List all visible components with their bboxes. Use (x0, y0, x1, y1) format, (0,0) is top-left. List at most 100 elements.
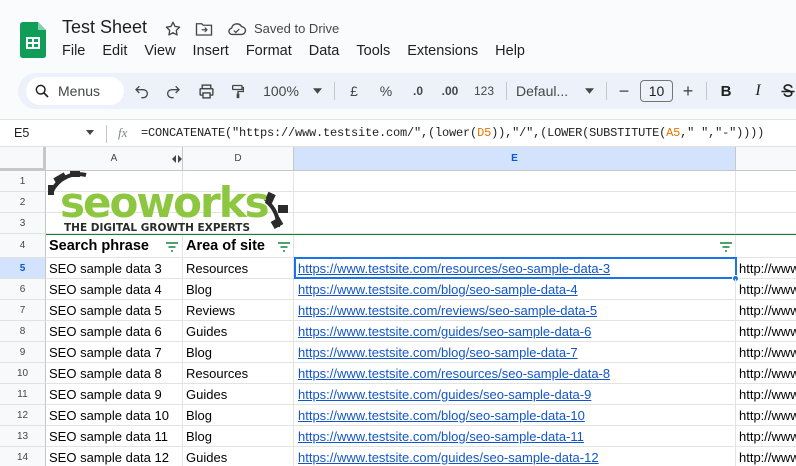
row-header[interactable]: 12 (0, 405, 46, 426)
row-header[interactable]: 7 (0, 300, 46, 321)
url-link-cell[interactable]: https://www.testsite.com/blog/seo-sample… (294, 342, 736, 363)
url-link-cell[interactable]: https://www.testsite.com/resources/seo-s… (294, 363, 736, 384)
row-header[interactable]: 6 (0, 279, 46, 300)
grid-cell[interactable] (294, 192, 736, 213)
search-phrase-cell[interactable]: SEO sample data 9 (46, 384, 183, 405)
menu-view[interactable]: View (144, 43, 175, 59)
italic-button[interactable]: I (748, 73, 768, 109)
search-phrase-cell[interactable]: SEO sample data 5 (46, 300, 183, 321)
row-header[interactable]: 1 (0, 171, 46, 192)
menu-tools[interactable]: Tools (356, 43, 390, 59)
row-header[interactable]: 4 (0, 234, 46, 258)
grid-cell[interactable] (736, 192, 796, 213)
document-title[interactable]: Test Sheet (62, 17, 147, 38)
row-header[interactable]: 9 (0, 342, 46, 363)
overflow-url-cell[interactable]: http://www (736, 279, 796, 300)
menu-insert[interactable]: Insert (193, 43, 229, 59)
search-phrase-cell[interactable]: SEO sample data 11 (46, 426, 183, 447)
search-phrase-cell[interactable]: SEO sample data 3 (46, 258, 183, 279)
grid-cell[interactable] (294, 171, 736, 192)
zoom-select[interactable]: 100% (260, 73, 302, 109)
decrease-decimal-button[interactable]: .0 (406, 73, 430, 109)
strikethrough-icon[interactable] (778, 73, 796, 109)
row-header[interactable]: 13 (0, 426, 46, 447)
menu-edit[interactable]: Edit (102, 43, 127, 59)
overflow-url-cell[interactable]: http://www (736, 447, 796, 466)
menu-format[interactable]: Format (246, 43, 292, 59)
spreadsheet-grid[interactable]: A D E 1 2 3 4 Search phrase Area of site 5 SEO … (0, 147, 796, 466)
row-header[interactable]: 3 (0, 213, 46, 234)
area-of-site-cell[interactable]: Blog (183, 279, 294, 300)
url-link-cell[interactable]: https://www.testsite.com/blog/seo-sample… (294, 426, 736, 447)
column-header-d[interactable]: D (183, 147, 294, 171)
bold-button[interactable]: B (716, 73, 736, 109)
area-of-site-cell[interactable]: Blog (183, 426, 294, 447)
overflow-url-cell[interactable]: http://www (736, 405, 796, 426)
menu-help[interactable]: Help (495, 43, 525, 59)
area-of-site-cell[interactable]: Blog (183, 342, 294, 363)
search-phrase-cell[interactable]: SEO sample data 7 (46, 342, 183, 363)
overflow-url-cell[interactable]: http://www (736, 258, 796, 279)
grid-cell[interactable] (736, 234, 796, 258)
decrease-font-size-button[interactable]: − (615, 73, 633, 109)
area-of-site-cell[interactable]: Resources (183, 363, 294, 384)
formula-input[interactable]: =CONCATENATE("https://www.testsite.com/"… (141, 126, 764, 140)
url-link-cell[interactable]: https://www.testsite.com/guides/seo-samp… (294, 447, 736, 466)
hidden-columns-right-arrow[interactable] (178, 155, 182, 163)
redo-icon[interactable] (161, 73, 185, 109)
cloud-saved-icon[interactable] (227, 19, 247, 39)
row-header[interactable]: 2 (0, 192, 46, 213)
print-icon[interactable] (194, 73, 218, 109)
area-of-site-cell[interactable]: Guides (183, 321, 294, 342)
filter-icon[interactable] (278, 242, 290, 252)
overflow-url-cell[interactable]: http://www (736, 384, 796, 405)
menus-search-button[interactable]: Menus (26, 77, 124, 105)
zoom-dropdown-icon[interactable] (310, 73, 324, 109)
search-phrase-cell[interactable]: SEO sample data 6 (46, 321, 183, 342)
font-dropdown-icon[interactable] (582, 73, 596, 109)
url-link-cell[interactable]: https://www.testsite.com/blog/seo-sample… (294, 279, 736, 300)
row-header[interactable]: 14 (0, 447, 46, 466)
filter-icon[interactable] (720, 242, 732, 252)
filter-icon[interactable] (166, 242, 178, 252)
menu-data[interactable]: Data (309, 43, 340, 59)
select-all-corner[interactable] (0, 147, 46, 171)
star-icon[interactable] (163, 19, 183, 39)
column-header-e[interactable]: E (294, 147, 736, 171)
url-link-cell[interactable]: https://www.testsite.com/guides/seo-samp… (294, 384, 736, 405)
hidden-columns-left-arrow[interactable] (172, 155, 176, 163)
area-of-site-cell[interactable]: Blog (183, 405, 294, 426)
grid-cell[interactable] (294, 213, 736, 234)
url-link-cell[interactable]: https://www.testsite.com/reviews/seo-sam… (294, 300, 736, 321)
number-format-button[interactable]: 123 (470, 73, 498, 109)
search-phrase-cell[interactable]: SEO sample data 4 (46, 279, 183, 300)
grid-cell[interactable] (736, 213, 796, 234)
currency-format-button[interactable]: £ (344, 73, 364, 109)
increase-decimal-button[interactable]: .00 (436, 73, 464, 109)
area-of-site-cell[interactable]: Guides (183, 384, 294, 405)
selected-cell-e5[interactable] (294, 257, 737, 279)
name-box[interactable]: E5 (14, 126, 29, 140)
row-header[interactable]: 10 (0, 363, 46, 384)
row-header[interactable]: 8 (0, 321, 46, 342)
overflow-url-cell[interactable]: http://www (736, 342, 796, 363)
move-folder-icon[interactable] (194, 19, 214, 39)
area-of-site-cell[interactable]: Resources (183, 258, 294, 279)
column-header-a[interactable]: A (46, 147, 183, 171)
row-header[interactable]: 5 (0, 258, 46, 279)
overflow-url-cell[interactable]: http://www (736, 363, 796, 384)
font-select[interactable]: Defaul... (516, 73, 578, 109)
header-cell-search-phrase[interactable]: Search phrase (46, 234, 183, 258)
overflow-url-cell[interactable]: http://www (736, 426, 796, 447)
undo-icon[interactable] (130, 73, 154, 109)
grid-cell[interactable] (736, 171, 796, 192)
header-cell-url[interactable] (294, 234, 736, 258)
search-phrase-cell[interactable]: SEO sample data 8 (46, 363, 183, 384)
menu-extensions[interactable]: Extensions (407, 43, 478, 59)
search-phrase-cell[interactable]: SEO sample data 10 (46, 405, 183, 426)
overflow-url-cell[interactable]: http://www (736, 321, 796, 342)
url-link-cell[interactable]: https://www.testsite.com/guides/seo-samp… (294, 321, 736, 342)
row-header[interactable]: 11 (0, 384, 46, 405)
paint-format-icon[interactable] (226, 73, 250, 109)
column-header-f[interactable] (736, 147, 796, 171)
